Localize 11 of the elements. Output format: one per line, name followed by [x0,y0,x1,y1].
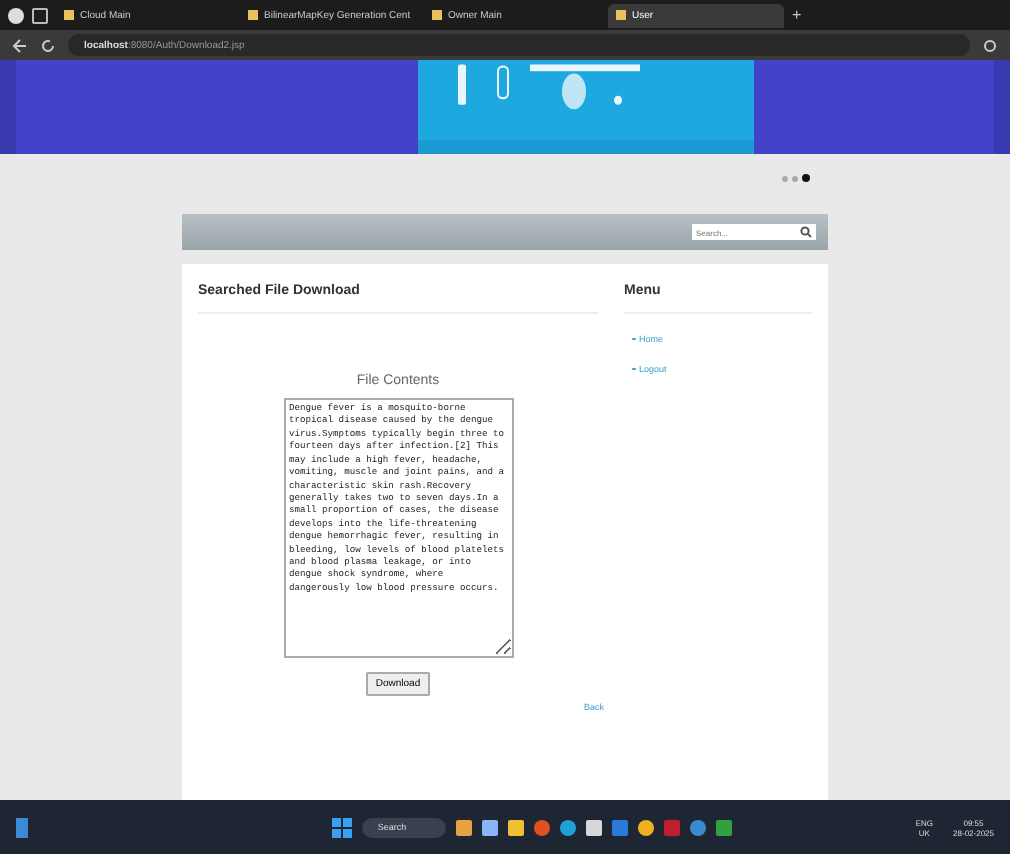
slider-dot[interactable] [782,175,788,181]
workspaces-icon[interactable] [32,7,48,23]
reload-icon[interactable] [40,37,56,53]
widget-icon[interactable] [16,817,28,837]
back-icon[interactable] [12,37,28,53]
slider-dot[interactable] [802,174,810,182]
slider-dot[interactable] [792,175,798,181]
new-tab-button[interactable]: + [792,6,802,24]
windows-icon[interactable] [331,817,352,837]
profile-icon[interactable] [8,7,24,23]
browser-icon[interactable] [559,819,576,835]
